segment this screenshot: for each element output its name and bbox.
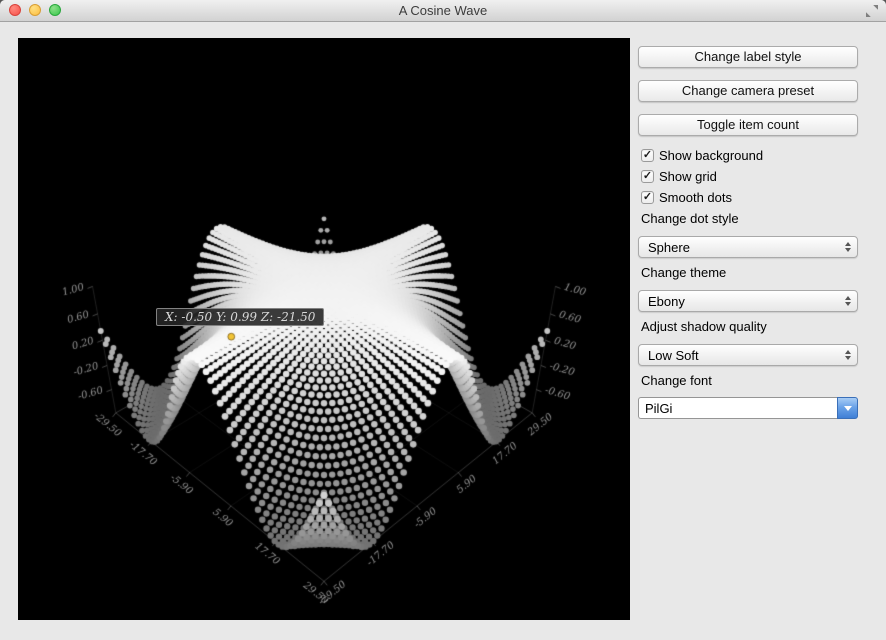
change-label-style-button[interactable]: Change label style	[638, 46, 858, 68]
check-icon: ✓	[643, 190, 652, 203]
font-combobox[interactable]: PilGi	[638, 397, 858, 419]
change-camera-preset-button[interactable]: Change camera preset	[638, 80, 858, 102]
control-panel: Change label style Change camera preset …	[638, 22, 858, 640]
chevron-down-icon	[844, 406, 852, 411]
show-background-checkbox[interactable]: ✓ Show background	[641, 147, 763, 163]
shadow-quality-select[interactable]: Low Soft	[638, 344, 858, 366]
theme-select[interactable]: Ebony	[638, 290, 858, 312]
shadow-quality-label: Adjust shadow quality	[641, 319, 767, 335]
checkbox-label: Smooth dots	[659, 190, 732, 205]
checkbox-label: Show grid	[659, 169, 717, 184]
check-icon: ✓	[643, 169, 652, 182]
theme-value: Ebony	[648, 294, 685, 309]
dot-style-select[interactable]: Sphere	[638, 236, 858, 258]
dot-style-value: Sphere	[648, 240, 690, 255]
font-combobox-dropdown-button[interactable]	[837, 397, 858, 419]
popup-arrows-icon	[845, 291, 851, 311]
checkbox-box: ✓	[641, 191, 654, 204]
fullscreen-icon[interactable]	[865, 4, 879, 18]
popup-arrows-icon	[845, 345, 851, 365]
font-combobox-field[interactable]: PilGi	[638, 397, 837, 419]
scatter-3d-view[interactable]	[18, 38, 630, 620]
zoom-button[interactable]	[49, 4, 61, 16]
toggle-item-count-button[interactable]: Toggle item count	[638, 114, 858, 136]
window-title: A Cosine Wave	[0, 0, 886, 21]
checkbox-box: ✓	[641, 149, 654, 162]
minimize-button[interactable]	[29, 4, 41, 16]
titlebar[interactable]: A Cosine Wave	[0, 0, 886, 22]
checkbox-label: Show background	[659, 148, 763, 163]
close-button[interactable]	[9, 4, 21, 16]
checkbox-box: ✓	[641, 170, 654, 183]
scatter-3d-view-container: X: -0.50 Y: 0.99 Z: -21.50	[18, 38, 630, 620]
dot-style-label: Change dot style	[641, 211, 739, 227]
font-label: Change font	[641, 373, 712, 389]
app-window: A Cosine Wave X: -0.50 Y: 0.99 Z: -21.50…	[0, 0, 886, 640]
show-grid-checkbox[interactable]: ✓ Show grid	[641, 168, 717, 184]
popup-arrows-icon	[845, 237, 851, 257]
shadow-quality-value: Low Soft	[648, 348, 699, 363]
check-icon: ✓	[643, 148, 652, 161]
theme-label: Change theme	[641, 265, 726, 281]
smooth-dots-checkbox[interactable]: ✓ Smooth dots	[641, 189, 732, 205]
